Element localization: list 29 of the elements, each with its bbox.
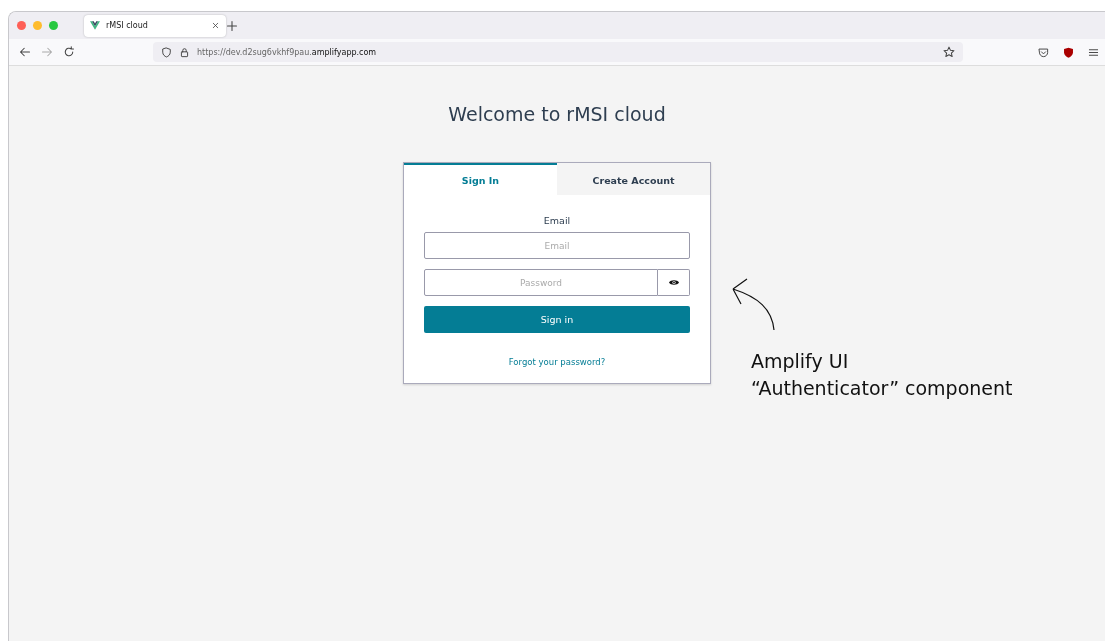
star-icon[interactable] [943,46,955,58]
annotation-text: “Authenticator” component [751,376,1013,401]
sign-in-button[interactable]: Sign in [424,306,690,333]
menu-icon[interactable] [1088,46,1099,58]
reload-icon[interactable] [63,46,75,58]
pocket-icon[interactable] [1038,46,1049,58]
address-bar[interactable]: https://dev.d2sug6vkhf9pau.amplifyapp.com [153,42,963,62]
auth-tab[interactable]: Sign In [404,163,557,195]
field-label: Email [542,215,572,226]
auth-tab[interactable]: Create Account [557,163,710,195]
new-tab-icon[interactable] [226,19,238,32]
url-text: https://dev.d2sug6vkhf9pau.amplifyapp.com [197,47,377,57]
lock-icon [179,46,190,58]
tab-title: rMSI cloud [106,21,149,30]
password-field[interactable]: Password [424,269,658,296]
close-icon[interactable] [211,21,220,30]
shield-icon [161,46,172,58]
back-icon[interactable] [19,46,31,58]
eye-icon [668,279,679,286]
forgot-password-link[interactable]: Forgot your password? [508,357,606,367]
v-logo-icon [90,21,100,30]
close-window-button[interactable] [17,21,26,30]
shield-extension-icon[interactable] [1063,46,1074,58]
show-password-button[interactable] [658,269,690,296]
curved-arrow [730,277,776,332]
browser-tab[interactable]: rMSI cloud [84,14,226,37]
annotation-text: Amplify UI [751,349,850,374]
page-heading: Welcome to rMSI cloud [448,103,666,125]
email-field[interactable]: Email [424,232,690,259]
